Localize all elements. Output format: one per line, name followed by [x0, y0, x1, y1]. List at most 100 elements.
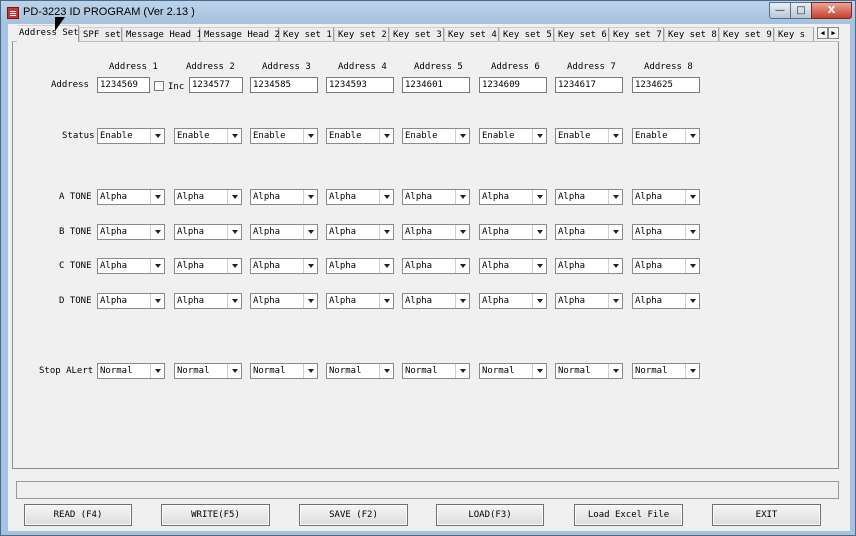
c-tone-select-6[interactable]: Alpha — [479, 258, 547, 274]
chevron-down-icon[interactable] — [227, 294, 241, 308]
chevron-down-icon[interactable] — [303, 364, 317, 378]
chevron-down-icon[interactable] — [227, 190, 241, 204]
chevron-down-icon[interactable] — [608, 364, 622, 378]
tab-key-set-2[interactable]: Key set 2 — [334, 27, 389, 42]
stop-alert-select-8[interactable]: Normal — [632, 363, 700, 379]
b-tone-select-7[interactable]: Alpha — [555, 224, 623, 240]
chevron-down-icon[interactable] — [227, 129, 241, 143]
chevron-down-icon[interactable] — [685, 364, 699, 378]
tab-key-set-5[interactable]: Key set 5 — [499, 27, 554, 42]
chevron-down-icon[interactable] — [303, 225, 317, 239]
a-tone-select-1[interactable]: Alpha — [97, 189, 165, 205]
close-button[interactable]: X — [811, 2, 852, 19]
status-select-1[interactable]: Enable — [97, 128, 165, 144]
chevron-down-icon[interactable] — [455, 259, 469, 273]
status-select-8[interactable]: Enable — [632, 128, 700, 144]
a-tone-select-7[interactable]: Alpha — [555, 189, 623, 205]
c-tone-select-1[interactable]: Alpha — [97, 258, 165, 274]
chevron-down-icon[interactable] — [532, 364, 546, 378]
write-button[interactable]: WRITE(F5) — [161, 504, 270, 526]
chevron-down-icon[interactable] — [150, 190, 164, 204]
stop-alert-select-5[interactable]: Normal — [402, 363, 470, 379]
maximize-button[interactable]: □ — [790, 2, 812, 19]
save-button[interactable]: SAVE (F2) — [299, 504, 408, 526]
chevron-down-icon[interactable] — [685, 259, 699, 273]
address-4-input[interactable]: 1234593 — [326, 77, 394, 93]
tab-message-head-1[interactable]: Message Head 1 — [122, 27, 202, 42]
chevron-down-icon[interactable] — [455, 190, 469, 204]
status-select-3[interactable]: Enable — [250, 128, 318, 144]
d-tone-select-8[interactable]: Alpha — [632, 293, 700, 309]
b-tone-select-4[interactable]: Alpha — [326, 224, 394, 240]
b-tone-select-8[interactable]: Alpha — [632, 224, 700, 240]
chevron-down-icon[interactable] — [532, 294, 546, 308]
chevron-down-icon[interactable] — [150, 129, 164, 143]
tab-key-set-3[interactable]: Key set 3 — [389, 27, 444, 42]
tab-key-set-7[interactable]: Key set 7 — [609, 27, 664, 42]
status-select-6[interactable]: Enable — [479, 128, 547, 144]
chevron-down-icon[interactable] — [455, 225, 469, 239]
tab-key-set-1[interactable]: Key set 1 — [279, 27, 334, 42]
chevron-down-icon[interactable] — [532, 190, 546, 204]
c-tone-select-2[interactable]: Alpha — [174, 258, 242, 274]
address-5-input[interactable]: 1234601 — [402, 77, 470, 93]
chevron-down-icon[interactable] — [608, 190, 622, 204]
b-tone-select-2[interactable]: Alpha — [174, 224, 242, 240]
tab-scroll-right-icon[interactable]: ▶ — [828, 27, 839, 39]
chevron-down-icon[interactable] — [379, 129, 393, 143]
status-select-5[interactable]: Enable — [402, 128, 470, 144]
tab-scroll-left-icon[interactable]: ◀ — [817, 27, 828, 39]
d-tone-select-6[interactable]: Alpha — [479, 293, 547, 309]
address-1-input[interactable]: 1234569 — [97, 77, 150, 93]
chevron-down-icon[interactable] — [150, 225, 164, 239]
chevron-down-icon[interactable] — [379, 294, 393, 308]
chevron-down-icon[interactable] — [685, 129, 699, 143]
chevron-down-icon[interactable] — [303, 294, 317, 308]
d-tone-select-7[interactable]: Alpha — [555, 293, 623, 309]
tab-address-set[interactable]: Address Set — [17, 25, 79, 42]
tab-message-head-2[interactable]: Message Head 2 — [200, 27, 280, 42]
address-7-input[interactable]: 1234617 — [555, 77, 623, 93]
minimize-button[interactable]: — — [769, 2, 791, 19]
chevron-down-icon[interactable] — [227, 364, 241, 378]
chevron-down-icon[interactable] — [379, 190, 393, 204]
chevron-down-icon[interactable] — [532, 259, 546, 273]
status-select-4[interactable]: Enable — [326, 128, 394, 144]
chevron-down-icon[interactable] — [303, 129, 317, 143]
b-tone-select-6[interactable]: Alpha — [479, 224, 547, 240]
a-tone-select-2[interactable]: Alpha — [174, 189, 242, 205]
load-excel-file-button[interactable]: Load Excel File — [574, 504, 683, 526]
chevron-down-icon[interactable] — [608, 259, 622, 273]
b-tone-select-5[interactable]: Alpha — [402, 224, 470, 240]
chevron-down-icon[interactable] — [532, 129, 546, 143]
a-tone-select-8[interactable]: Alpha — [632, 189, 700, 205]
chevron-down-icon[interactable] — [455, 364, 469, 378]
address-3-input[interactable]: 1234585 — [250, 77, 318, 93]
status-select-2[interactable]: Enable — [174, 128, 242, 144]
c-tone-select-7[interactable]: Alpha — [555, 258, 623, 274]
d-tone-select-2[interactable]: Alpha — [174, 293, 242, 309]
chevron-down-icon[interactable] — [303, 190, 317, 204]
chevron-down-icon[interactable] — [685, 225, 699, 239]
chevron-down-icon[interactable] — [455, 294, 469, 308]
d-tone-select-5[interactable]: Alpha — [402, 293, 470, 309]
b-tone-select-1[interactable]: Alpha — [97, 224, 165, 240]
chevron-down-icon[interactable] — [379, 225, 393, 239]
app-icon[interactable] — [7, 7, 19, 19]
c-tone-select-5[interactable]: Alpha — [402, 258, 470, 274]
load-button[interactable]: LOAD(F3) — [436, 504, 544, 526]
d-tone-select-4[interactable]: Alpha — [326, 293, 394, 309]
chevron-down-icon[interactable] — [227, 259, 241, 273]
exit-button[interactable]: EXIT — [712, 504, 821, 526]
stop-alert-select-4[interactable]: Normal — [326, 363, 394, 379]
a-tone-select-5[interactable]: Alpha — [402, 189, 470, 205]
chevron-down-icon[interactable] — [532, 225, 546, 239]
chevron-down-icon[interactable] — [379, 259, 393, 273]
title-bar[interactable]: PD-3223 ID PROGRAM (Ver 2.13 ) — □ X — [1, 1, 856, 25]
chevron-down-icon[interactable] — [303, 259, 317, 273]
tab-spf-set[interactable]: SPF set — [79, 27, 122, 42]
c-tone-select-4[interactable]: Alpha — [326, 258, 394, 274]
a-tone-select-6[interactable]: Alpha — [479, 189, 547, 205]
stop-alert-select-7[interactable]: Normal — [555, 363, 623, 379]
a-tone-select-4[interactable]: Alpha — [326, 189, 394, 205]
